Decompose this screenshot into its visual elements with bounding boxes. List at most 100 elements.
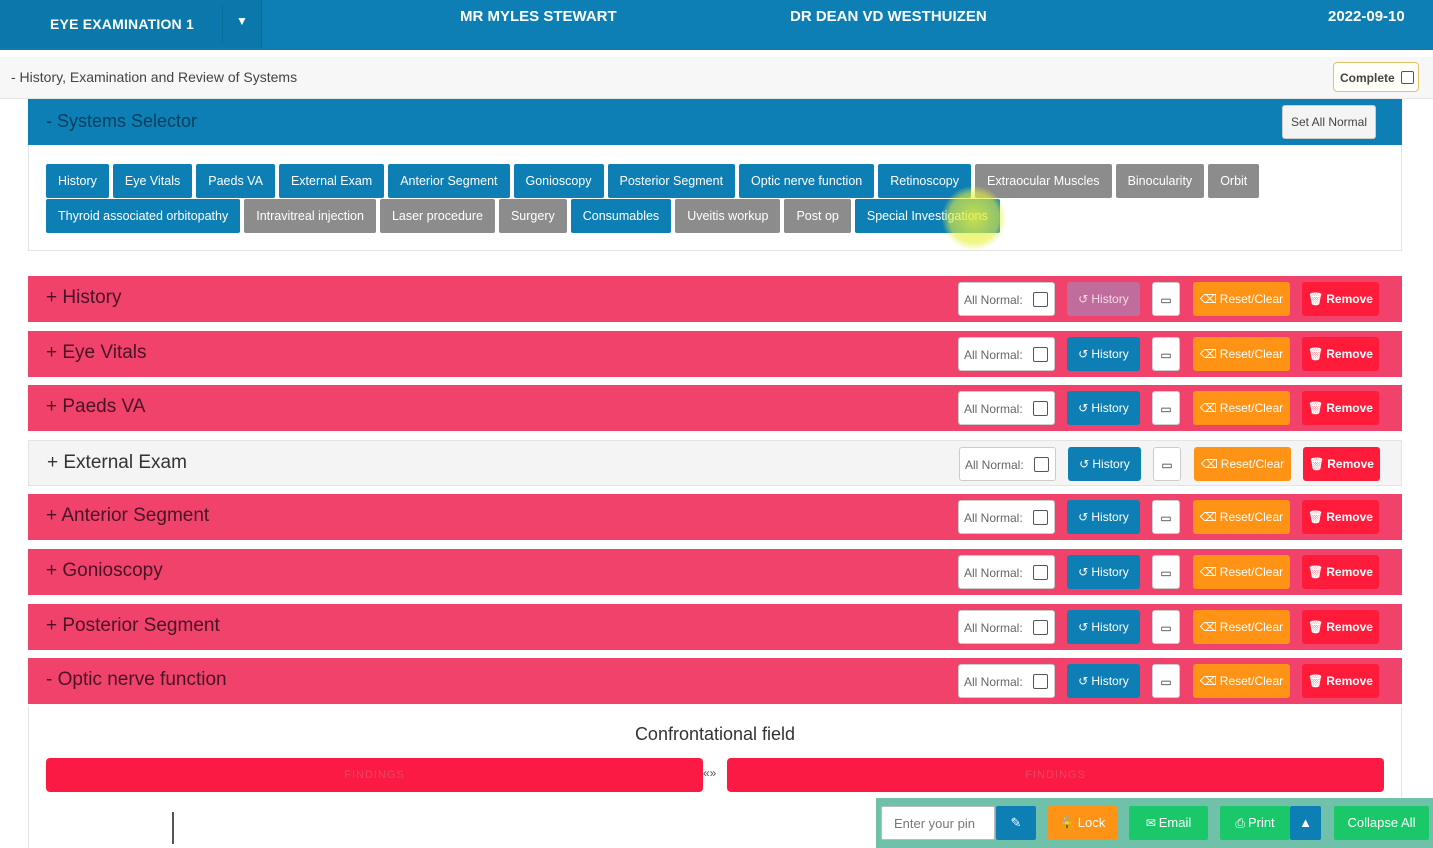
remove-button[interactable]: 🗑 Remove [1303, 447, 1380, 481]
monitor-button[interactable]: ▭ [1152, 500, 1180, 534]
monitor-button[interactable]: ▭ [1152, 664, 1180, 698]
section-row-title[interactable]: + Paeds VA [46, 396, 145, 418]
history-button[interactable]: ↺ History [1067, 500, 1140, 534]
systems-selector-header[interactable]: - Systems Selector Set All Normal [28, 99, 1402, 145]
reset-clear-button[interactable]: ⌫ Reset/Clear [1194, 447, 1291, 481]
system-tab-orbit[interactable]: Orbit [1208, 164, 1260, 198]
monitor-button[interactable]: ▭ [1152, 610, 1180, 644]
findings-right-field[interactable]: FINDINGS [727, 758, 1384, 792]
system-tab-uveitis-workup[interactable]: Uveitis workup [675, 199, 781, 233]
section-row-title[interactable]: + Posterior Segment [46, 615, 220, 637]
remove-button[interactable]: 🗑 Remove [1302, 337, 1379, 371]
remove-button[interactable]: 🗑 Remove [1302, 282, 1379, 316]
all-normal-checkbox[interactable] [1033, 565, 1048, 580]
reset-clear-button[interactable]: ⌫ Reset/Clear [1193, 610, 1290, 644]
history-button[interactable]: ↺ History [1067, 664, 1140, 698]
section-row-title[interactable]: + Anterior Segment [46, 505, 209, 527]
system-tab-binocularity[interactable]: Binocularity [1115, 164, 1205, 198]
system-tab-eye-vitals[interactable]: Eye Vitals [112, 164, 193, 198]
section-row-title[interactable]: + Gonioscopy [46, 560, 163, 582]
all-normal-checkbox[interactable] [1034, 457, 1049, 472]
pin-input[interactable] [881, 806, 995, 840]
system-tab-paeds-va[interactable]: Paeds VA [196, 164, 275, 198]
section-row-paeds-va[interactable]: + Paeds VA All Normal: ↺ History ▭ ⌫ Reset/Cle… [28, 385, 1402, 431]
section-row-eye-vitals[interactable]: + Eye Vitals All Normal: ↺ History ▭ ⌫ Reset/C… [28, 331, 1402, 377]
section-row-anterior-segment[interactable]: + Anterior Segment All Normal: ↺ History ▭ ⌫ R… [28, 494, 1402, 540]
reset-clear-button[interactable]: ⌫ Reset/Clear [1193, 337, 1290, 371]
system-tab-thyroid-associated-orbitopathy[interactable]: Thyroid associated orbitopathy [46, 199, 241, 233]
monitor-button[interactable]: ▭ [1153, 447, 1181, 481]
email-button[interactable]: ✉ Email [1129, 806, 1208, 840]
system-tab-laser-procedure[interactable]: Laser procedure [379, 199, 495, 233]
section-row-title[interactable]: + History [46, 287, 122, 309]
monitor-button[interactable]: ▭ [1152, 391, 1180, 425]
swap-icon[interactable]: «» [703, 766, 716, 780]
reset-clear-button[interactable]: ⌫ Reset/Clear [1193, 391, 1290, 425]
history-button[interactable]: ↺ History [1068, 447, 1141, 481]
monitor-button[interactable]: ▭ [1152, 555, 1180, 589]
remove-button[interactable]: 🗑 Remove [1302, 664, 1379, 698]
complete-checkbox[interactable] [1401, 71, 1414, 84]
section-row-external-exam[interactable]: + External Exam All Normal: ↺ History ▭ ⌫ Rese… [28, 440, 1402, 486]
system-tab-consumables[interactable]: Consumables [570, 199, 672, 233]
history-button[interactable]: ↺ History [1067, 610, 1140, 644]
history-button[interactable]: ↺ History [1067, 282, 1140, 316]
system-tab-anterior-segment[interactable]: Anterior Segment [388, 164, 510, 198]
history-button[interactable]: ↺ History [1067, 337, 1140, 371]
all-normal-checkbox[interactable] [1033, 292, 1048, 307]
history-button[interactable]: ↺ History [1067, 391, 1140, 425]
section-row-gonioscopy[interactable]: + Gonioscopy All Normal: ↺ History ▭ ⌫ Reset/C… [28, 549, 1402, 595]
print-button[interactable]: ⎙ Print [1220, 806, 1290, 840]
system-tab-extraocular-muscles[interactable]: Extraocular Muscles [975, 164, 1112, 198]
system-tab-posterior-segment[interactable]: Posterior Segment [607, 164, 736, 198]
section-row-history[interactable]: + History All Normal: ↺ History ▭ ⌫ Reset/Clea… [28, 276, 1402, 322]
system-tab-retinoscopy[interactable]: Retinoscopy [878, 164, 972, 198]
reset-clear-button[interactable]: ⌫ Reset/Clear [1193, 664, 1290, 698]
monitor-button[interactable]: ▭ [1152, 282, 1180, 316]
reset-clear-button[interactable]: ⌫ Reset/Clear [1193, 555, 1290, 589]
all-normal-checkbox[interactable] [1033, 401, 1048, 416]
system-tab-gonioscopy[interactable]: Gonioscopy [513, 164, 604, 198]
all-normal-toggle[interactable]: All Normal: [958, 500, 1055, 534]
section-row-title[interactable]: + External Exam [47, 452, 187, 474]
all-normal-toggle[interactable]: All Normal: [958, 391, 1055, 425]
all-normal-checkbox[interactable] [1033, 510, 1048, 525]
remove-button[interactable]: 🗑 Remove [1302, 610, 1379, 644]
collapse-all-button[interactable]: Collapse All [1334, 806, 1429, 840]
set-all-normal-button[interactable]: Set All Normal [1282, 105, 1376, 139]
system-tab-intravitreal-injection[interactable]: Intravitreal injection [244, 199, 376, 233]
all-normal-toggle[interactable]: All Normal: [958, 282, 1055, 316]
all-normal-checkbox[interactable] [1033, 620, 1048, 635]
all-normal-toggle[interactable]: All Normal: [959, 447, 1056, 481]
all-normal-checkbox[interactable] [1033, 674, 1048, 689]
all-normal-toggle[interactable]: All Normal: [958, 664, 1055, 698]
all-normal-checkbox[interactable] [1033, 347, 1048, 362]
section-row-title[interactable]: - Optic nerve function [46, 669, 227, 691]
section-header[interactable]: - History, Examination and Review of Sys… [0, 57, 1433, 99]
system-tab-surgery[interactable]: Surgery [498, 199, 567, 233]
system-tab-external-exam[interactable]: External Exam [278, 164, 385, 198]
system-tab-post-op[interactable]: Post op [784, 199, 851, 233]
print-options-button[interactable]: ▲ [1290, 806, 1321, 840]
caret-down-icon[interactable]: ▼ [236, 14, 248, 28]
monitor-button[interactable]: ▭ [1152, 337, 1180, 371]
remove-button[interactable]: 🗑 Remove [1302, 500, 1379, 534]
complete-toggle[interactable]: Complete [1333, 62, 1419, 92]
remove-button[interactable]: 🗑 Remove [1302, 555, 1379, 589]
history-button[interactable]: ↺ History [1067, 555, 1140, 589]
all-normal-toggle[interactable]: All Normal: [958, 610, 1055, 644]
remove-button[interactable]: 🗑 Remove [1302, 391, 1379, 425]
section-row-posterior-segment[interactable]: + Posterior Segment All Normal: ↺ History ▭ ⌫… [28, 604, 1402, 650]
system-tab-special-investigations[interactable]: Special Investigations [854, 199, 1000, 233]
system-tab-optic-nerve-function[interactable]: Optic nerve function [739, 164, 875, 198]
reset-clear-button[interactable]: ⌫ Reset/Clear [1193, 500, 1290, 534]
section-row-optic-nerve-function[interactable]: - Optic nerve function All Normal: ↺ Histor… [28, 658, 1402, 704]
lock-button[interactable]: 🔓 Lock [1048, 806, 1117, 840]
exam-selector[interactable]: EYE EXAMINATION 1 ▼ [0, 0, 262, 48]
findings-left-field[interactable]: FINDINGS [46, 758, 703, 792]
section-row-title[interactable]: + Eye Vitals [46, 342, 147, 364]
all-normal-toggle[interactable]: All Normal: [958, 337, 1055, 371]
system-tab-history[interactable]: History [46, 164, 109, 198]
all-normal-toggle[interactable]: All Normal: [958, 555, 1055, 589]
reset-clear-button[interactable]: ⌫ Reset/Clear [1193, 282, 1290, 316]
